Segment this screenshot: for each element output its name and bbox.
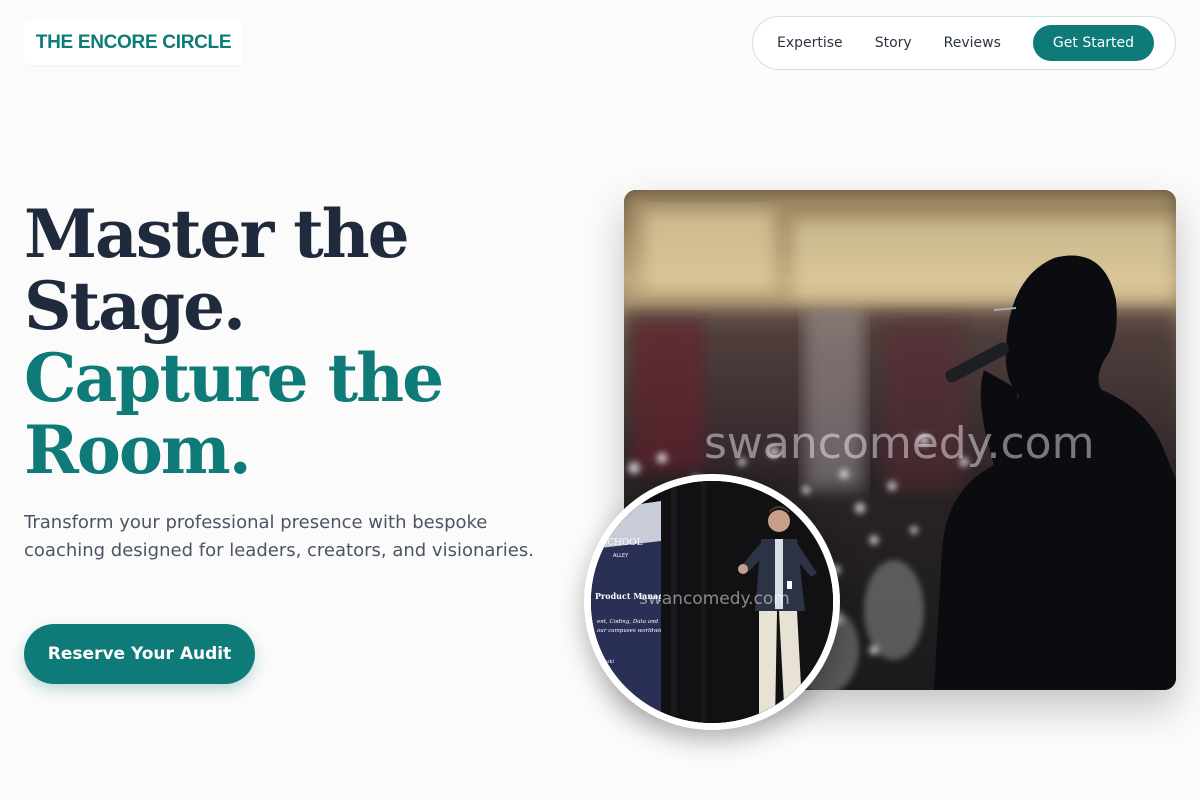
nav-link-story[interactable]: Story xyxy=(875,35,912,51)
inset-banner-text-1: SCHOOL xyxy=(601,538,643,548)
main-nav: Expertise Story Reviews Get Started xyxy=(752,16,1176,70)
get-started-button[interactable]: Get Started xyxy=(1032,25,1155,61)
inset-photo-watermark: swancomedy.com xyxy=(639,589,790,609)
hero-subtitle: Transform your professional presence wit… xyxy=(24,512,534,561)
headline-line-1: Master the xyxy=(24,195,410,273)
nav-link-reviews[interactable]: Reviews xyxy=(944,35,1001,51)
inset-banner-text-6: ework! xyxy=(597,659,615,665)
inset-banner-text-4: ent, Coding, Data and xyxy=(597,619,659,625)
main-photo-watermark: swancomedy.com xyxy=(704,418,1095,469)
inset-banner-text-5: our campuses worldwide xyxy=(597,628,667,634)
reserve-audit-button[interactable]: Reserve Your Audit xyxy=(24,624,255,684)
landing-page: THE ENCORE CIRCLE Expertise Story Review… xyxy=(0,0,1200,800)
nav-link-expertise[interactable]: Expertise xyxy=(777,35,843,51)
hero-headline: Master the Stage. Capture the Room. xyxy=(24,195,444,489)
speaker-inset-photo: SCHOOL ALLEY Product Manager ent, Coding… xyxy=(584,474,840,730)
brand-logo[interactable]: THE ENCORE CIRCLE xyxy=(24,20,243,65)
headline-line-4: Room. xyxy=(24,411,252,489)
headline-line-2: Stage. xyxy=(24,267,246,345)
headline-line-3: Capture the xyxy=(24,339,444,417)
inset-banner-text-2: ALLEY xyxy=(613,553,629,559)
